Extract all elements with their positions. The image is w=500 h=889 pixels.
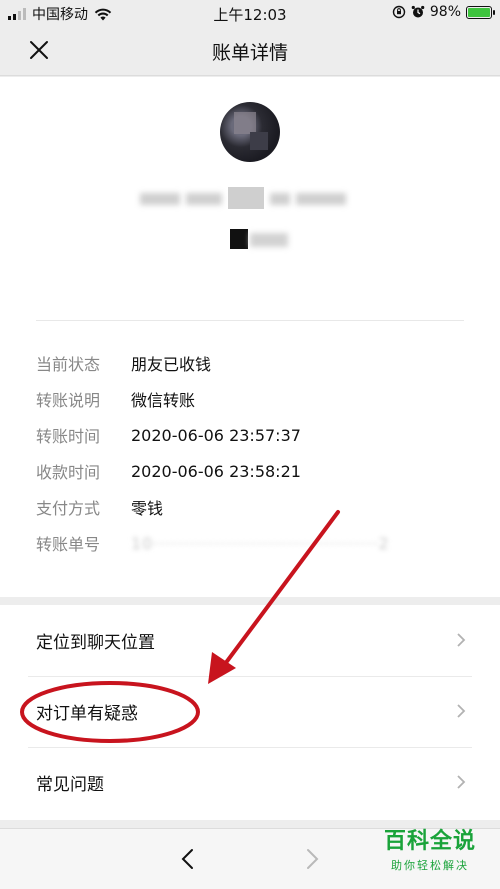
detail-row-transfer-time: 转账时间 2020-06-06 23:57:37 — [36, 417, 466, 453]
status-right: 98% — [392, 4, 495, 20]
detail-row-receive-time: 收款时间 2020-06-06 23:58:21 — [36, 453, 466, 489]
menu-item-label: 对订单有疑惑 — [36, 704, 138, 724]
watermark-main: 百科全说 — [383, 829, 476, 854]
detail-list: 当前状态 朋友已收钱 转账说明 微信转账 转账时间 2020-06-06 23:… — [36, 345, 466, 561]
detail-label: 转账说明 — [36, 391, 101, 410]
back-arrow-icon[interactable] — [178, 847, 198, 871]
menu-item-order-question[interactable]: 对订单有疑惑 — [0, 676, 500, 747]
page-title: 账单详情 — [211, 42, 288, 64]
detail-value: 2020-06-06 23:58:21 — [131, 461, 301, 481]
detail-row-status: 当前状态 朋友已收钱 — [36, 345, 466, 381]
menu-item-faq[interactable]: 常见问题 — [0, 747, 500, 818]
detail-label: 收款时间 — [36, 463, 101, 482]
menu-item-locate-chat[interactable]: 定位到聊天位置 — [0, 605, 500, 676]
battery-icon — [466, 5, 495, 19]
detail-row-order-number: 转账单号 10·································… — [36, 525, 466, 561]
forward-arrow-icon[interactable] — [302, 847, 322, 871]
detail-value: 10·····································2 — [131, 533, 390, 553]
detail-label: 转账时间 — [36, 427, 101, 446]
detail-label: 转账单号 — [36, 535, 101, 554]
detail-value: 零钱 — [131, 499, 164, 518]
payee-name-redacted — [140, 187, 360, 211]
chevron-right-icon — [457, 704, 466, 718]
detail-label: 当前状态 — [36, 355, 101, 374]
detail-value: 2020-06-06 23:57:37 — [131, 425, 301, 445]
amount-redacted — [230, 227, 290, 257]
divider — [36, 320, 464, 321]
nav-bar: 账单详情 — [0, 26, 500, 76]
detail-row-note: 转账说明 微信转账 — [36, 381, 466, 417]
avatar — [220, 102, 280, 162]
status-bar: 中国移动 上午12:03 98% — [0, 0, 500, 26]
detail-label: 支付方式 — [36, 499, 101, 518]
menu-item-label: 定位到聊天位置 — [36, 633, 155, 653]
detail-row-payment-method: 支付方式 零钱 — [36, 489, 466, 525]
chevron-right-icon — [457, 633, 466, 647]
detail-value: 微信转账 — [131, 391, 196, 410]
battery-percent: 98% — [429, 4, 461, 20]
chevron-right-icon — [457, 775, 466, 789]
watermark-logo: 百科全说 助你轻松解决 — [370, 823, 490, 881]
menu-item-label: 常见问题 — [36, 775, 104, 795]
action-menu: 定位到聊天位置 对订单有疑惑 常见问题 — [0, 605, 500, 820]
alarm-icon — [411, 5, 425, 18]
detail-value: 朋友已收钱 — [131, 355, 212, 374]
watermark-sub: 助你轻松解决 — [391, 859, 469, 872]
orientation-lock-icon — [392, 5, 406, 19]
bill-card: 当前状态 朋友已收钱 转账说明 微信转账 转账时间 2020-06-06 23:… — [0, 77, 500, 597]
